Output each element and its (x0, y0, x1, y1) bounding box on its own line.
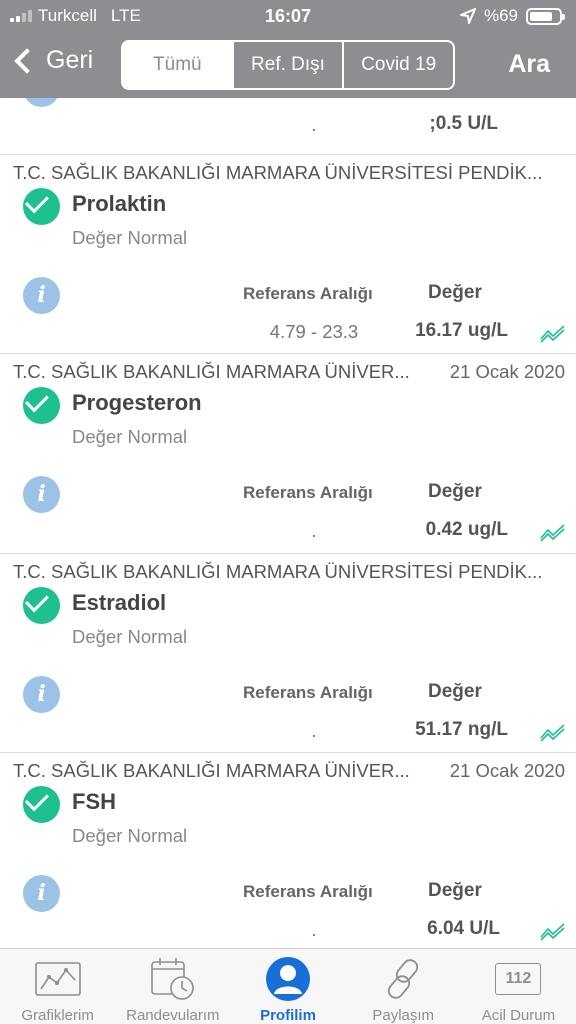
test-name: Estradiol (72, 590, 167, 615)
screen: Turkcell LTE 16:07 %69 Geri Tümü Ref. Dı… (0, 0, 576, 1024)
ref-range-value: . (311, 114, 317, 135)
ref-range-label: Referans Aralığı (243, 882, 373, 901)
tab-paylasim[interactable]: Paylaşım (346, 949, 461, 1024)
institution-name: T.C. SAĞLIK BAKANLIĞI MARMARA ÜNİVER... (13, 361, 410, 382)
card-header: T.C. SAĞLIK BAKANLIĞI MARMARA ÜNİVER... … (13, 361, 565, 383)
ref-range-value: 4.79 - 23.3 (269, 321, 359, 342)
trend-chart-icon[interactable] (540, 321, 566, 343)
emergency-112-icon: 112 (495, 963, 542, 995)
ref-range-value: . (311, 919, 317, 940)
result-card[interactable]: T.C. SAĞLIK BAKANLIĞI MARMARA ÜNİVER... … (0, 752, 576, 948)
back-button[interactable]: Geri (12, 46, 93, 75)
tab-label: Acil Durum (481, 1007, 556, 1024)
result-value: 16.17 ug/L (415, 320, 508, 341)
trend-chart-icon[interactable] (540, 520, 566, 542)
tab-randevularim[interactable]: Randevularım (115, 949, 230, 1024)
result-status: Değer Normal (72, 426, 188, 447)
check-circle-icon (23, 188, 60, 225)
result-date: 21 Ocak 2020 (449, 361, 565, 382)
info-icon[interactable]: i (23, 98, 60, 107)
institution-name: T.C. SAĞLIK BAKANLIĞI MARMARA ÜNİVERSİTE… (13, 162, 543, 183)
value-label: Değer (428, 282, 482, 303)
result-card[interactable]: T.C. SAĞLIK BAKANLIĞI MARMARA ÜNİVER... … (0, 353, 576, 552)
tab-label: Randevularım (126, 1007, 220, 1024)
tab-acil-durum[interactable]: 112 Acil Durum (461, 949, 576, 1024)
result-value: 0.42 ug/L (425, 519, 508, 540)
person-icon (266, 957, 310, 1001)
card-header: T.C. SAĞLIK BAKANLIĞI MARMARA ÜNİVERSİTE… (13, 162, 565, 184)
info-icon[interactable]: i (23, 676, 60, 713)
value-label: Değer (428, 681, 482, 702)
institution-name: T.C. SAĞLIK BAKANLIĞI MARMARA ÜNİVERSİTE… (13, 561, 543, 582)
result-date: 21 Ocak 2020 (449, 760, 565, 781)
filter-segmented-control: Tümü Ref. Dışı Covid 19 (121, 40, 455, 90)
ref-range-label: Referans Aralığı (243, 284, 373, 303)
test-name: Prolaktin (72, 191, 167, 216)
value-label: Değer (428, 481, 482, 502)
link-icon (388, 959, 419, 999)
test-name: Progesteron (72, 390, 202, 415)
result-status: Değer Normal (72, 825, 188, 846)
tab-grafiklerim[interactable]: Grafiklerim (0, 949, 115, 1024)
card-header: T.C. SAĞLIK BAKANLIĞI MARMARA ÜNİVER... … (13, 760, 565, 782)
tab-label: Paylaşım (372, 1007, 435, 1024)
institution-name: T.C. SAĞLIK BAKANLIĞI MARMARA ÜNİVER... (13, 760, 410, 781)
ref-range-label: Referans Aralığı (243, 683, 373, 702)
status-bar: Turkcell LTE 16:07 %69 (0, 0, 576, 32)
tab-profilim[interactable]: Profilim (230, 949, 345, 1024)
result-value: 51.17 ng/L (415, 719, 508, 740)
chevron-left-icon (14, 47, 40, 74)
info-icon[interactable]: i (23, 277, 60, 314)
result-status: Değer Normal (72, 227, 188, 248)
search-button[interactable]: Ara (508, 50, 550, 79)
test-name: FSH (72, 789, 116, 814)
ref-range-value: . (311, 520, 317, 541)
check-circle-icon (23, 587, 60, 624)
back-label: Geri (46, 46, 94, 74)
info-icon[interactable]: i (23, 875, 60, 912)
tab-label: Grafiklerim (21, 1007, 94, 1024)
battery-icon (526, 7, 565, 25)
calendar-clock-icon (150, 958, 194, 1000)
tab-bar: Grafiklerim Randevularım Profilim Paylaş… (0, 948, 576, 1024)
ref-range-value: . (311, 720, 317, 741)
top-bar: Turkcell LTE 16:07 %69 Geri Tümü Ref. Dı… (0, 0, 576, 98)
trend-chart-icon[interactable] (540, 919, 566, 941)
segment-out-of-range[interactable]: Ref. Dışı (231, 42, 343, 88)
tab-label: Profilim (260, 1007, 316, 1024)
status-right: %69 (459, 6, 565, 26)
result-status: Değer Normal (72, 626, 188, 647)
location-arrow-icon (459, 8, 476, 24)
ref-range-label: Referans Aralığı (243, 483, 373, 502)
check-circle-icon (23, 786, 60, 823)
battery-percent: %69 (483, 6, 518, 25)
results-list: i Referans Aralığı Değer . ;0.5 U/L T.C.… (0, 98, 576, 948)
segment-all[interactable]: Tümü (123, 42, 232, 88)
result-value: 6.04 U/L (427, 918, 500, 939)
card-header: T.C. SAĞLIK BAKANLIĞI MARMARA ÜNİVERSİTE… (13, 561, 565, 583)
result-card-partial[interactable]: i Referans Aralığı Değer . ;0.5 U/L (0, 98, 576, 154)
segment-covid19[interactable]: Covid 19 (342, 42, 453, 88)
chart-icon (34, 962, 81, 996)
value-label: Değer (428, 880, 482, 901)
result-card[interactable]: T.C. SAĞLIK BAKANLIĞI MARMARA ÜNİVERSİTE… (0, 154, 576, 353)
check-circle-icon (23, 387, 60, 424)
result-value: ;0.5 U/L (429, 113, 498, 134)
result-card[interactable]: T.C. SAĞLIK BAKANLIĞI MARMARA ÜNİVERSİTE… (0, 553, 576, 752)
info-icon[interactable]: i (23, 476, 60, 513)
trend-chart-icon[interactable] (540, 720, 566, 742)
nav-bar: Geri Tümü Ref. Dışı Covid 19 Ara (0, 34, 576, 94)
